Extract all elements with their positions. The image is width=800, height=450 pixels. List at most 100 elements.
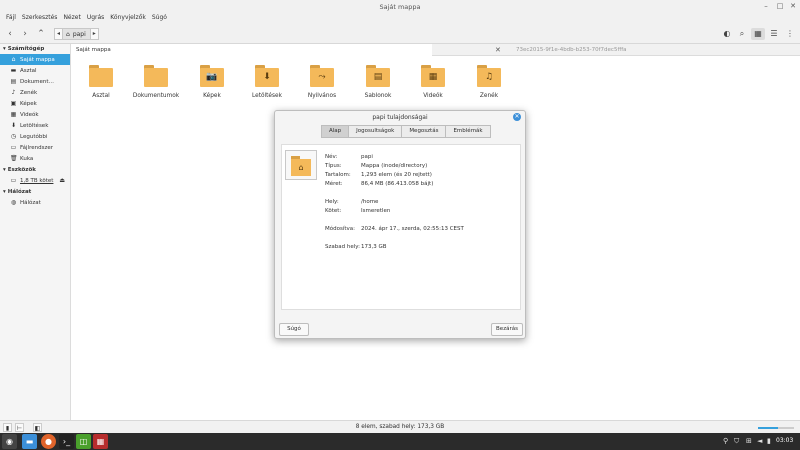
path-chip-home[interactable]: ⌂ papi — [63, 28, 90, 40]
sidebar-item-network[interactable]: ◍ Hálózat — [0, 197, 70, 208]
folder-videos[interactable]: ▦ Videók — [405, 63, 461, 99]
network-status-icon[interactable]: ⊞ — [746, 437, 752, 445]
folder-label: Letöltések — [252, 93, 282, 99]
tab-uuid[interactable]: 73ec2015-9f1e-4bdb-b253-70f7dec5fffa — [512, 44, 712, 56]
window-title: Saját mappa — [379, 3, 421, 11]
folder-pictures-icon: 📷 — [200, 63, 224, 87]
sidebar-item-label: Legutóbbi — [20, 133, 48, 140]
sidebar-item-downloads[interactable]: ⬇ Letöltések — [0, 120, 70, 131]
sidebar-item-volume[interactable]: ▭ 1,8 TB kötet ⏏ — [0, 175, 70, 186]
clock[interactable]: 03:03 — [776, 437, 793, 444]
grid-app-icon[interactable]: ▦ — [93, 434, 108, 449]
eject-icon[interactable]: ⏏ — [59, 177, 65, 184]
compact-view-icon[interactable]: ⋮ — [783, 28, 797, 40]
sidebar-item-desktop[interactable]: ▬ Asztal — [0, 65, 70, 76]
sidebar-item-music[interactable]: ♪ Zenék — [0, 87, 70, 98]
sidebar-item-documents[interactable]: ▤ Dokument… — [0, 76, 70, 87]
sidebar-item-pictures[interactable]: ▣ Képek — [0, 98, 70, 109]
folder-public[interactable]: ⤳ Nyilvános — [294, 63, 350, 99]
recent-icon: ◷ — [10, 133, 17, 140]
zoom-slider[interactable] — [758, 427, 794, 429]
sidebar-section-computer[interactable]: ▾ Számítógép — [0, 44, 70, 54]
forward-icon[interactable]: › — [19, 28, 31, 40]
firefox-icon[interactable]: ● — [41, 434, 56, 449]
path-left-icon[interactable]: ◂ — [54, 28, 63, 40]
sidebar-item-label: Hálózat — [20, 199, 41, 206]
folder-documents[interactable]: Dokumentumok — [128, 63, 184, 99]
list-view-icon[interactable]: ☰ — [767, 28, 781, 40]
volume-icon[interactable]: ◄ — [757, 437, 762, 445]
help-button[interactable]: Súgó — [279, 323, 309, 336]
prop-location-value: /home — [361, 199, 379, 205]
back-icon[interactable]: ‹ — [4, 28, 16, 40]
menu-go[interactable]: Ugrás — [84, 12, 107, 24]
sidebar-item-label: Letöltések — [20, 122, 49, 129]
tab-label: 73ec2015-9f1e-4bdb-b253-70f7dec5fffa — [516, 47, 627, 53]
tab-home[interactable]: Saját mappa — [72, 44, 432, 56]
close-icon[interactable]: ✕ — [789, 2, 797, 10]
prop-free-key: Szabad hely: — [325, 244, 360, 250]
terminal-icon[interactable]: ›_ — [59, 434, 74, 449]
menu-file[interactable]: Fájl — [3, 12, 19, 24]
sidebar-item-filesystem[interactable]: ▭ Fájlrendszer — [0, 142, 70, 153]
close-icon[interactable]: ✕ — [513, 113, 521, 121]
prop-name-value[interactable]: papi — [361, 154, 373, 160]
menu-help[interactable]: Súgó — [149, 12, 170, 24]
network-tray-icon[interactable]: ⚲ — [723, 437, 728, 445]
sidebar-item-label: Kuka — [20, 155, 34, 162]
sidebar-item-recent[interactable]: ◷ Legutóbbi — [0, 131, 70, 142]
folder-downloads[interactable]: ⬇ Letöltések — [239, 63, 295, 99]
start-menu-icon[interactable]: ◉ — [2, 434, 17, 449]
folder-pictures[interactable]: 📷 Képek — [184, 63, 240, 99]
status-bar: ▮ ⊢ ◧ 8 elem, szabad hely: 173,3 GB — [0, 420, 800, 433]
close-tab-icon[interactable]: ✕ — [495, 46, 501, 54]
dialog-title: papi tulajdonságai — [372, 114, 428, 121]
sidebar-item-trash[interactable]: 🗑 Kuka — [0, 153, 70, 164]
prop-volume-value: Ismeretlen — [361, 208, 391, 214]
sidebar-item-home[interactable]: ⌂ Saját mappa — [0, 54, 70, 65]
chevron-down-icon: ▾ — [3, 167, 6, 173]
tab-basic[interactable]: Alap — [321, 125, 350, 138]
close-button[interactable]: Bezárás — [491, 323, 523, 336]
properties-dialog: papi tulajdonságai ✕ Alap Jogosultságok … — [274, 110, 526, 339]
sidebar-item-videos[interactable]: ▦ Videók — [0, 109, 70, 120]
menu-view[interactable]: Nézet — [60, 12, 83, 24]
sidebar-section-title: Eszközök — [7, 167, 36, 173]
maximize-icon[interactable]: □ — [776, 2, 784, 10]
folder-music[interactable]: ♫ Zenék — [461, 63, 517, 99]
search-icon[interactable]: ⌕ — [735, 28, 749, 40]
sidebar-item-label: Saját mappa — [20, 56, 55, 63]
path-chip-label: papi — [72, 30, 86, 38]
up-icon[interactable]: ⌃ — [35, 28, 47, 40]
dialog-tabs: Alap Jogosultságok Megosztás Emblémák — [321, 125, 491, 138]
toggle-path-icon[interactable]: ◐ — [720, 28, 734, 40]
path-right-icon[interactable]: ▸ — [89, 28, 99, 40]
taskbar: ◉ ▬ ● ›_ ◫ ▦ ⚲ ⛉ ⊞ ◄ ▮ 03:03 — [0, 433, 800, 450]
sidebar-section-devices[interactable]: ▾ Eszközök — [0, 165, 70, 175]
properties-panel: ⌂ Név: papi Típus: Mappa (inode/director… — [281, 144, 521, 310]
minimize-icon[interactable]: – — [762, 2, 770, 10]
folder-label: Zenék — [479, 93, 499, 99]
video-icon: ▦ — [10, 111, 17, 118]
icon-view-icon[interactable]: ▦ — [751, 28, 765, 40]
menu-bookmarks[interactable]: Könyvjelzők — [107, 12, 149, 24]
chevron-down-icon: ▾ — [3, 46, 6, 52]
mint-software-icon[interactable]: ◫ — [76, 434, 91, 449]
battery-icon[interactable]: ▮ — [767, 437, 771, 445]
tab-emblems[interactable]: Emblémák — [446, 125, 491, 138]
trash-icon: 🗑 — [10, 155, 18, 162]
sidebar-item-label: Zenék — [20, 89, 38, 96]
tab-permissions[interactable]: Jogosultságok — [349, 125, 403, 138]
music-icon: ♪ — [11, 89, 16, 96]
files-app-icon[interactable]: ▬ — [22, 434, 37, 449]
menu-edit[interactable]: Szerkesztés — [19, 12, 61, 24]
sidebar-section-network[interactable]: ▾ Hálózat — [0, 187, 70, 197]
folder-desktop[interactable]: Asztal — [73, 63, 129, 99]
folder-home-icon[interactable]: ⌂ — [285, 150, 317, 180]
status-text: 8 elem, szabad hely: 173,3 GB — [355, 424, 445, 430]
folder-templates[interactable]: ▤ Sablonok — [350, 63, 406, 99]
picture-icon: ▣ — [10, 100, 17, 107]
tab-sharing[interactable]: Megosztás — [402, 125, 447, 138]
shield-icon[interactable]: ⛉ — [734, 437, 739, 446]
drive-icon: ▭ — [10, 177, 17, 184]
